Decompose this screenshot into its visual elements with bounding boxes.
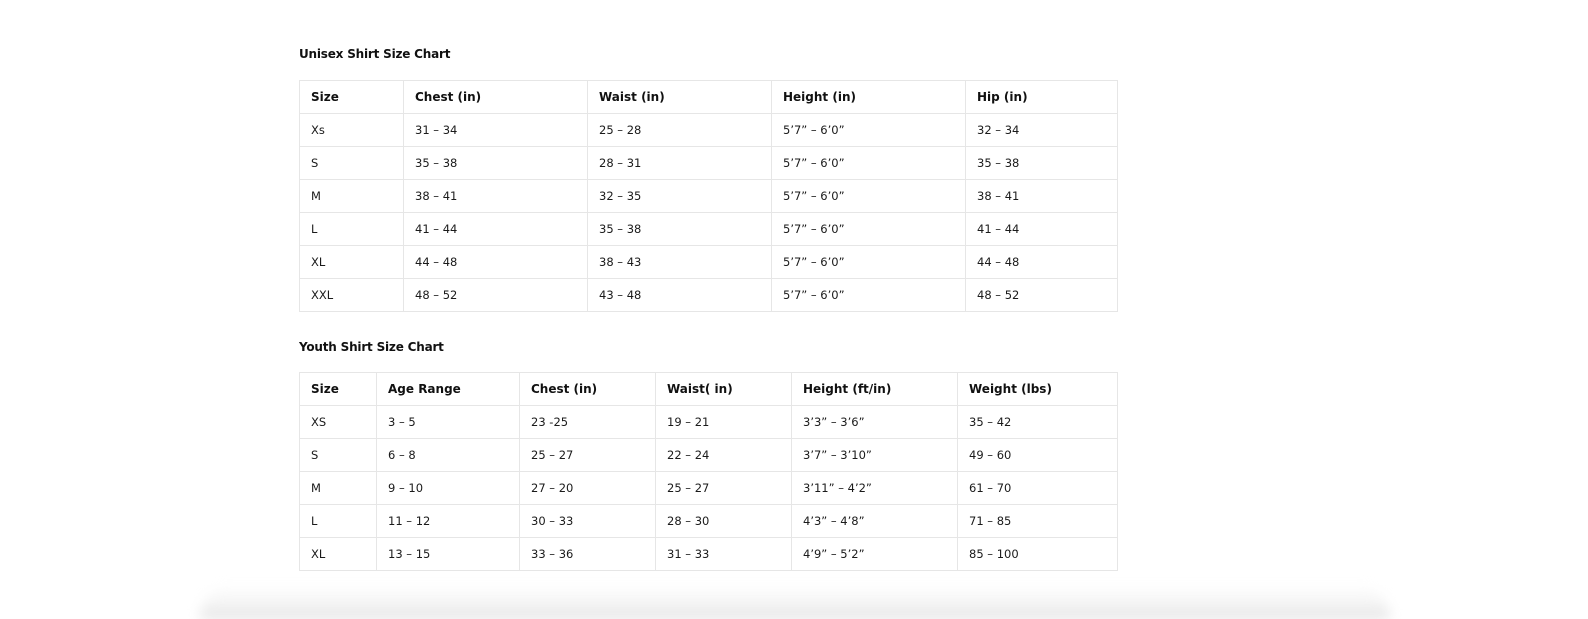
table-cell: 25 – 27 (655, 471, 792, 505)
table-cell: 6 – 8 (376, 438, 520, 472)
page: Unisex Shirt Size Chart Size Chest (in) … (0, 0, 1588, 619)
table-cell: 4’3” – 4’8” (791, 504, 958, 538)
table-cell: M (299, 471, 377, 505)
table-row: Xs 31 – 34 25 – 28 5’7” – 6’0” 32 – 34 (299, 113, 1118, 147)
table-cell: S (299, 146, 404, 180)
column-header: Height (ft/in) (791, 372, 958, 406)
table-row: XL 44 – 48 38 – 43 5’7” – 6’0” 44 – 48 (299, 245, 1118, 279)
table-cell: 5’7” – 6’0” (771, 212, 966, 246)
table-row: M 38 – 41 32 – 35 5’7” – 6’0” 38 – 41 (299, 179, 1118, 213)
column-header: Chest (in) (403, 80, 588, 114)
column-header: Size (299, 80, 404, 114)
table-cell: 9 – 10 (376, 471, 520, 505)
table-header-row: Size Age Range Chest (in) Waist( in) Hei… (299, 372, 1118, 406)
bottom-panel-shadow (200, 585, 1390, 619)
table-cell: 5’7” – 6’0” (771, 179, 966, 213)
table-cell: 35 – 38 (965, 146, 1118, 180)
table-cell: XS (299, 405, 377, 439)
table-cell: L (299, 212, 404, 246)
table-cell: 41 – 44 (965, 212, 1118, 246)
table-cell: 4’9” – 5’2” (791, 537, 958, 571)
table-cell: 85 – 100 (957, 537, 1118, 571)
table-cell: XL (299, 537, 377, 571)
unisex-size-table: Size Chest (in) Waist (in) Height (in) H… (299, 80, 1118, 312)
table-cell: 3’7” – 3’10” (791, 438, 958, 472)
table-cell: 28 – 31 (587, 146, 772, 180)
table-cell: 71 – 85 (957, 504, 1118, 538)
column-header: Waist (in) (587, 80, 772, 114)
column-header: Hip (in) (965, 80, 1118, 114)
table-cell: 48 – 52 (403, 278, 588, 312)
table-cell: 32 – 35 (587, 179, 772, 213)
youth-size-table: Size Age Range Chest (in) Waist( in) Hei… (299, 372, 1118, 571)
table-cell: 41 – 44 (403, 212, 588, 246)
table-cell: 22 – 24 (655, 438, 792, 472)
table-cell: 31 – 33 (655, 537, 792, 571)
table-cell: 44 – 48 (965, 245, 1118, 279)
table-cell: 61 – 70 (957, 471, 1118, 505)
table-row: L 41 – 44 35 – 38 5’7” – 6’0” 41 – 44 (299, 212, 1118, 246)
table-cell: Xs (299, 113, 404, 147)
table-row: S 6 – 8 25 – 27 22 – 24 3’7” – 3’10” 49 … (299, 438, 1118, 472)
table-cell: 38 – 43 (587, 245, 772, 279)
table-cell: M (299, 179, 404, 213)
table-cell: 35 – 38 (587, 212, 772, 246)
table-cell: 19 – 21 (655, 405, 792, 439)
table-row: XL 13 – 15 33 – 36 31 – 33 4’9” – 5’2” 8… (299, 537, 1118, 571)
table-cell: 5’7” – 6’0” (771, 146, 966, 180)
table-cell: 5’7” – 6’0” (771, 278, 966, 312)
column-header: Size (299, 372, 377, 406)
table-cell: 48 – 52 (965, 278, 1118, 312)
table-cell: 3’3” – 3’6” (791, 405, 958, 439)
table-cell: 44 – 48 (403, 245, 588, 279)
table-cell: 38 – 41 (403, 179, 588, 213)
table-cell: 11 – 12 (376, 504, 520, 538)
table-cell: 30 – 33 (519, 504, 656, 538)
table-cell: XXL (299, 278, 404, 312)
youth-size-chart-title: Youth Shirt Size Chart (299, 340, 444, 354)
table-cell: 28 – 30 (655, 504, 792, 538)
table-cell: L (299, 504, 377, 538)
table-cell: 31 – 34 (403, 113, 588, 147)
column-header: Height (in) (771, 80, 966, 114)
table-cell: XL (299, 245, 404, 279)
column-header: Age Range (376, 372, 520, 406)
table-row: L 11 – 12 30 – 33 28 – 30 4’3” – 4’8” 71… (299, 504, 1118, 538)
table-row: M 9 – 10 27 – 20 25 – 27 3’11” – 4’2” 61… (299, 471, 1118, 505)
table-row: XXL 48 – 52 43 – 48 5’7” – 6’0” 48 – 52 (299, 278, 1118, 312)
table-cell: 5’7” – 6’0” (771, 113, 966, 147)
column-header: Chest (in) (519, 372, 656, 406)
unisex-size-chart-title: Unisex Shirt Size Chart (299, 47, 451, 61)
table-cell: 35 – 38 (403, 146, 588, 180)
table-cell: 25 – 27 (519, 438, 656, 472)
table-cell: 33 – 36 (519, 537, 656, 571)
table-cell: 13 – 15 (376, 537, 520, 571)
table-cell: S (299, 438, 377, 472)
table-cell: 27 – 20 (519, 471, 656, 505)
unisex-size-chart-section: Unisex Shirt Size Chart Size Chest (in) … (299, 47, 1118, 312)
table-cell: 25 – 28 (587, 113, 772, 147)
table-cell: 35 – 42 (957, 405, 1118, 439)
table-header-row: Size Chest (in) Waist (in) Height (in) H… (299, 80, 1118, 114)
table-cell: 49 – 60 (957, 438, 1118, 472)
table-cell: 3 – 5 (376, 405, 520, 439)
table-cell: 38 – 41 (965, 179, 1118, 213)
table-cell: 23 -25 (519, 405, 656, 439)
table-cell: 43 – 48 (587, 278, 772, 312)
table-cell: 3’11” – 4’2” (791, 471, 958, 505)
youth-size-chart-section: Youth Shirt Size Chart Size Age Range Ch… (299, 340, 1118, 571)
column-header: Waist( in) (655, 372, 792, 406)
table-row: XS 3 – 5 23 -25 19 – 21 3’3” – 3’6” 35 –… (299, 405, 1118, 439)
table-cell: 32 – 34 (965, 113, 1118, 147)
table-cell: 5’7” – 6’0” (771, 245, 966, 279)
column-header: Weight (lbs) (957, 372, 1118, 406)
table-row: S 35 – 38 28 – 31 5’7” – 6’0” 35 – 38 (299, 146, 1118, 180)
